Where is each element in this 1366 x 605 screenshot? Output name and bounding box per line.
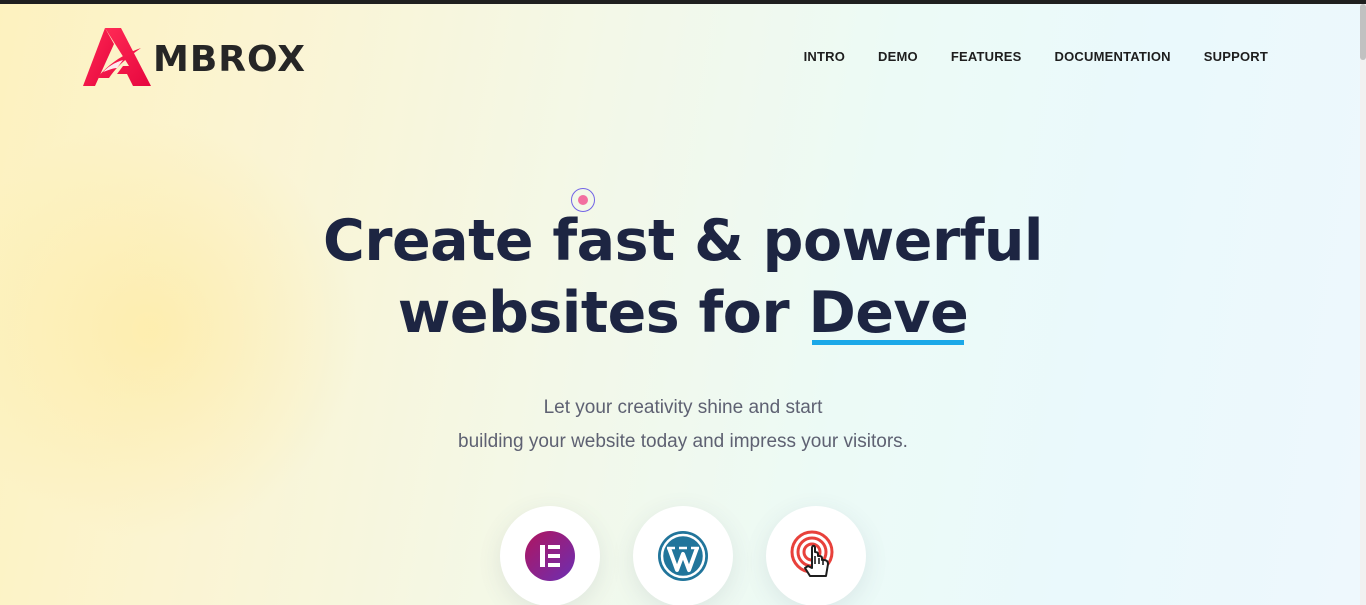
hero-subtitle: Let your creativity shine and start buil… [0,391,1366,459]
platform-list [500,506,866,605]
brand-logo-mark-icon [83,28,151,86]
browser-top-strip [0,0,1366,4]
nav-item-support[interactable]: SUPPORT [1204,48,1268,66]
nav-item-demo[interactable]: DEMO [878,48,918,66]
hero-title: Create fast & powerful websites for Deve [0,205,1366,349]
main-nav: INTRO DEMO FEATURES DOCUMENTATION SUPPOR… [804,48,1268,66]
platform-wordpress [633,506,733,605]
hero-title-typed-word: Deve [808,277,968,349]
platform-one-click [766,506,866,605]
elementor-icon [525,531,575,581]
platform-elementor [500,506,600,605]
hero-subtitle-line2: building your website today and impress … [458,431,908,452]
hero-title-line1: Create fast & powerful [323,208,1043,274]
nav-item-documentation[interactable]: DOCUMENTATION [1055,48,1171,66]
hero-title-line2-prefix: websites for [397,280,809,346]
scrollbar-thumb[interactable] [1360,4,1366,60]
hero-subtitle-line1: Let your creativity shine and start [543,397,823,418]
brand-logo[interactable]: MBROX [83,26,306,88]
touch-click-icon [790,530,834,577]
brand-name: MBROX [153,38,307,80]
wordpress-icon [658,531,708,581]
nav-item-features[interactable]: FEATURES [951,48,1022,66]
nav-item-intro[interactable]: INTRO [804,48,845,66]
